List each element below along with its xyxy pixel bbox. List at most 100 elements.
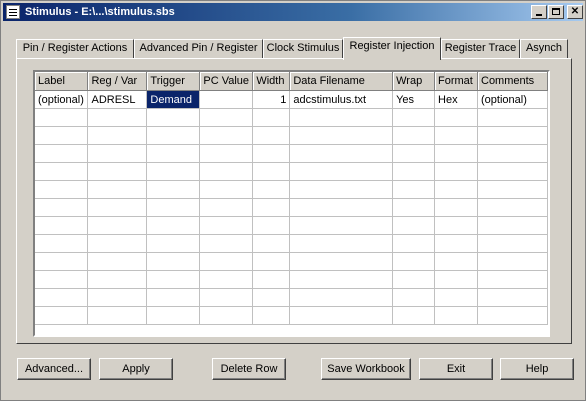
empty-cell[interactable] [477, 144, 548, 163]
empty-cell[interactable] [434, 288, 478, 307]
empty-cell[interactable] [392, 108, 436, 127]
cell-reg-var[interactable]: ADRESL [87, 90, 148, 109]
empty-cell[interactable] [289, 306, 394, 325]
empty-cell[interactable] [392, 162, 436, 181]
empty-cell[interactable] [434, 180, 478, 199]
column-header-wrap[interactable]: Wrap [392, 72, 436, 91]
cell-data-filename[interactable]: adcstimulus.txt [289, 90, 394, 109]
empty-cell[interactable] [35, 216, 89, 235]
empty-cell[interactable] [87, 216, 148, 235]
empty-cell[interactable] [35, 144, 89, 163]
empty-cell[interactable] [477, 252, 548, 271]
empty-cell[interactable] [392, 216, 436, 235]
empty-row[interactable] [35, 198, 548, 217]
empty-cell[interactable] [477, 234, 548, 253]
empty-cell[interactable] [252, 216, 291, 235]
cell-trigger[interactable]: Demand [146, 90, 201, 109]
empty-row[interactable] [35, 270, 548, 289]
empty-cell[interactable] [146, 198, 201, 217]
title-bar[interactable]: Stimulus - E:\...\stimulus.sbs ✕ [3, 3, 583, 21]
empty-cell[interactable] [392, 306, 436, 325]
empty-cell[interactable] [35, 270, 89, 289]
empty-cell[interactable] [477, 126, 548, 145]
empty-cell[interactable] [252, 180, 291, 199]
empty-cell[interactable] [477, 270, 548, 289]
empty-row[interactable] [35, 180, 548, 199]
empty-cell[interactable] [252, 126, 291, 145]
table-row[interactable]: (optional) ADRESL Demand 1 adcstimulus.t… [35, 90, 548, 109]
empty-cell[interactable] [434, 162, 478, 181]
empty-row[interactable] [35, 126, 548, 145]
empty-cell[interactable] [146, 270, 201, 289]
tab-register-injection[interactable]: Register Injection [343, 37, 441, 60]
column-header-pc-value[interactable]: PC Value [199, 72, 254, 91]
tab-register-trace[interactable]: Register Trace [441, 39, 520, 58]
empty-cell[interactable] [252, 144, 291, 163]
empty-cell[interactable] [146, 162, 201, 181]
empty-cell[interactable] [434, 234, 478, 253]
help-button[interactable]: Help [500, 358, 574, 380]
injection-grid[interactable]: Label Reg / Var Trigger PC Value Width D… [33, 70, 550, 337]
empty-row[interactable] [35, 234, 548, 253]
empty-cell[interactable] [289, 126, 394, 145]
empty-cell[interactable] [289, 288, 394, 307]
empty-cell[interactable] [199, 144, 254, 163]
empty-cell[interactable] [146, 252, 201, 271]
empty-row[interactable] [35, 306, 548, 325]
empty-cell[interactable] [199, 270, 254, 289]
delete-row-button[interactable]: Delete Row [212, 358, 286, 380]
empty-cell[interactable] [35, 252, 89, 271]
empty-cell[interactable] [252, 288, 291, 307]
empty-cell[interactable] [35, 234, 89, 253]
cell-comments[interactable]: (optional) [477, 90, 548, 109]
empty-cell[interactable] [146, 288, 201, 307]
empty-cell[interactable] [146, 234, 201, 253]
empty-cell[interactable] [87, 126, 148, 145]
empty-cell[interactable] [199, 198, 254, 217]
empty-cell[interactable] [434, 144, 478, 163]
advanced-button[interactable]: Advanced... [17, 358, 91, 380]
apply-button[interactable]: Apply [99, 358, 173, 380]
empty-cell[interactable] [35, 198, 89, 217]
empty-cell[interactable] [289, 144, 394, 163]
empty-cell[interactable] [477, 216, 548, 235]
empty-cell[interactable] [87, 198, 148, 217]
column-header-data-filename[interactable]: Data Filename [289, 72, 394, 91]
column-header-comments[interactable]: Comments [477, 72, 548, 91]
empty-cell[interactable] [199, 180, 254, 199]
empty-cell[interactable] [434, 270, 478, 289]
maximize-button[interactable] [548, 5, 564, 19]
empty-cell[interactable] [35, 108, 89, 127]
empty-cell[interactable] [35, 306, 89, 325]
empty-cell[interactable] [477, 306, 548, 325]
empty-row[interactable] [35, 162, 548, 181]
column-header-label[interactable]: Label [35, 72, 89, 91]
empty-cell[interactable] [87, 270, 148, 289]
empty-row[interactable] [35, 108, 548, 127]
close-button[interactable]: ✕ [567, 5, 583, 19]
empty-cell[interactable] [477, 198, 548, 217]
minimize-button[interactable] [531, 5, 547, 19]
empty-cell[interactable] [252, 234, 291, 253]
app-icon[interactable] [6, 5, 20, 19]
empty-row[interactable] [35, 252, 548, 271]
empty-cell[interactable] [87, 288, 148, 307]
empty-cell[interactable] [477, 288, 548, 307]
empty-cell[interactable] [252, 108, 291, 127]
empty-cell[interactable] [434, 108, 478, 127]
empty-cell[interactable] [477, 108, 548, 127]
empty-cell[interactable] [146, 180, 201, 199]
empty-cell[interactable] [289, 270, 394, 289]
save-workbook-button[interactable]: Save Workbook [321, 358, 411, 380]
empty-cell[interactable] [199, 306, 254, 325]
empty-cell[interactable] [87, 252, 148, 271]
empty-cell[interactable] [146, 108, 201, 127]
empty-row[interactable] [35, 216, 548, 235]
empty-cell[interactable] [392, 144, 436, 163]
empty-cell[interactable] [199, 216, 254, 235]
empty-cell[interactable] [87, 162, 148, 181]
empty-cell[interactable] [392, 198, 436, 217]
tab-advanced-pin-register[interactable]: Advanced Pin / Register [134, 39, 263, 58]
empty-cell[interactable] [289, 108, 394, 127]
column-header-format[interactable]: Format [434, 72, 478, 91]
